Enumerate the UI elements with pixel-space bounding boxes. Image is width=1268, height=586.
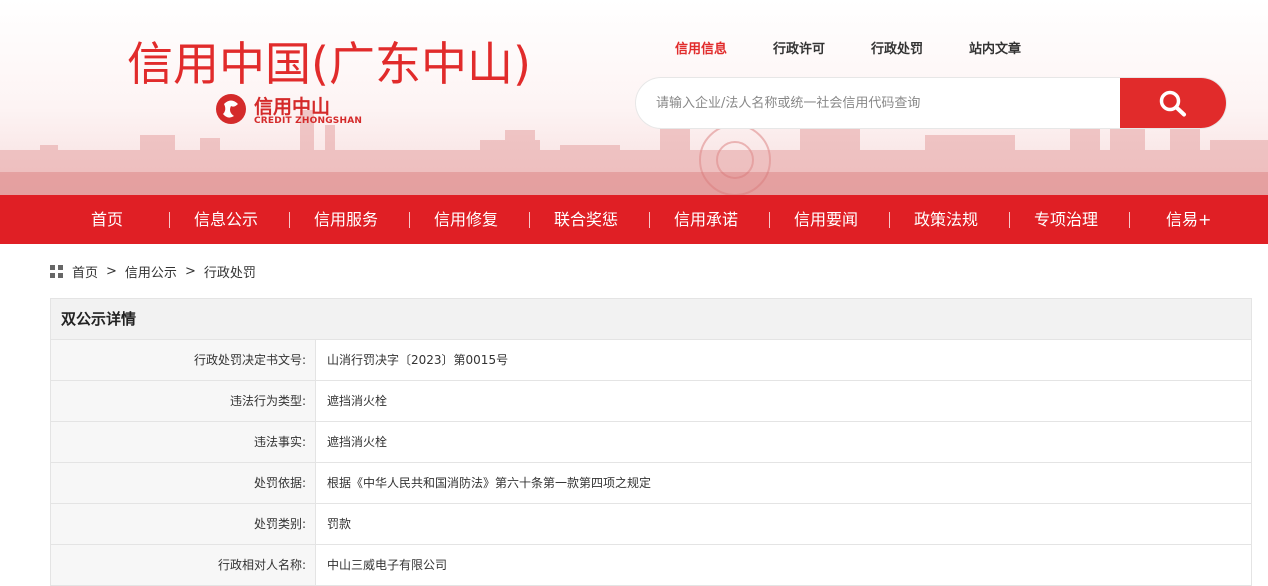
field-label: 违法行为类型:	[51, 381, 316, 421]
breadcrumb-separator: >	[106, 264, 117, 279]
main-nav: 首页 信息公示 信用服务 信用修复 联合奖惩 信用承诺 信用要闻 政策法规 专项…	[0, 195, 1268, 244]
field-value: 根据《中华人民共和国消防法》第六十条第一款第四项之规定	[327, 476, 652, 490]
table-row: 违法行为类型: 遮挡消火栓	[51, 381, 1251, 422]
search-button[interactable]	[1120, 78, 1226, 128]
breadcrumb-credit-disclosure[interactable]: 信用公示	[125, 262, 177, 281]
field-value: 罚款	[327, 517, 352, 531]
nav-item-credit-service[interactable]: 信用服务	[314, 195, 378, 244]
field-value: 遮挡消火栓	[327, 435, 388, 449]
nav-item-info-disclosure[interactable]: 信息公示	[194, 195, 258, 244]
header-banner: 信用中国(广东中山) 信用中山 CREDIT ZHONGSHAN 信用信息 行政…	[0, 0, 1268, 195]
nav-separator	[289, 212, 290, 228]
nav-separator	[769, 212, 770, 228]
field-label: 行政处罚决定书文号:	[51, 340, 316, 380]
field-value: 中山三威电子有限公司	[327, 558, 448, 572]
nav-item-credit-commitment[interactable]: 信用承诺	[674, 195, 738, 244]
top-link-admin-permit[interactable]: 行政许可	[773, 38, 825, 57]
grid-icon	[50, 264, 64, 279]
site-title: 信用中国(广东中山)	[127, 37, 531, 91]
nav-separator	[169, 212, 170, 228]
panel-title: 双公示详情	[51, 299, 1251, 340]
breadcrumb-separator: >	[184, 264, 196, 279]
table-row: 行政处罚决定书文号: 山消行罚决字〔2023〕第0015号	[51, 340, 1251, 381]
logo-mark-icon	[216, 94, 246, 124]
field-label: 违法事实:	[51, 422, 316, 462]
nav-item-joint-rewards[interactable]: 联合奖惩	[554, 195, 618, 244]
nav-item-policies[interactable]: 政策法规	[914, 195, 978, 244]
nav-item-xinyi-plus[interactable]: 信易+	[1166, 195, 1211, 244]
detail-panel: 双公示详情 行政处罚决定书文号: 山消行罚决字〔2023〕第0015号 违法行为…	[50, 298, 1252, 586]
top-link-admin-penalty[interactable]: 行政处罚	[871, 38, 923, 57]
field-label: 行政相对人名称:	[51, 545, 316, 585]
search-icon	[1159, 90, 1186, 117]
nav-separator	[889, 212, 890, 228]
nav-separator	[649, 212, 650, 228]
breadcrumb-admin-penalty[interactable]: 行政处罚	[204, 262, 256, 281]
nav-separator	[1129, 212, 1130, 228]
search-input[interactable]	[636, 78, 1120, 128]
nav-item-credit-repair[interactable]: 信用修复	[434, 195, 498, 244]
table-row: 违法事实: 遮挡消火栓	[51, 422, 1251, 463]
nav-separator	[529, 212, 530, 228]
field-label: 处罚类别:	[51, 504, 316, 544]
table-row: 行政相对人名称: 中山三威电子有限公司	[51, 545, 1251, 586]
credit-zhongshan-logo[interactable]: 信用中山 CREDIT ZHONGSHAN	[214, 90, 374, 130]
search-box	[636, 78, 1226, 128]
logo-english-text: CREDIT ZHONGSHAN	[254, 116, 363, 126]
field-value: 遮挡消火栓	[327, 394, 388, 408]
nav-item-home[interactable]: 首页	[91, 195, 123, 244]
nav-item-special-governance[interactable]: 专项治理	[1034, 195, 1098, 244]
nav-item-credit-news[interactable]: 信用要闻	[794, 195, 858, 244]
top-link-credit-info[interactable]: 信用信息	[675, 38, 727, 57]
field-value: 山消行罚决字〔2023〕第0015号	[327, 353, 509, 367]
table-row: 处罚类别: 罚款	[51, 504, 1251, 545]
field-label: 处罚依据:	[51, 463, 316, 503]
nav-separator	[1009, 212, 1010, 228]
top-links: 信用信息 行政许可 行政处罚 站内文章	[675, 38, 1021, 57]
breadcrumb: 首页 > 信用公示 > 行政处罚	[50, 262, 256, 281]
logo-chinese-text: 信用中山	[254, 96, 331, 118]
top-link-site-articles[interactable]: 站内文章	[969, 38, 1021, 57]
table-row: 处罚依据: 根据《中华人民共和国消防法》第六十条第一款第四项之规定	[51, 463, 1251, 504]
nav-separator	[409, 212, 410, 228]
breadcrumb-home[interactable]: 首页	[72, 262, 98, 281]
